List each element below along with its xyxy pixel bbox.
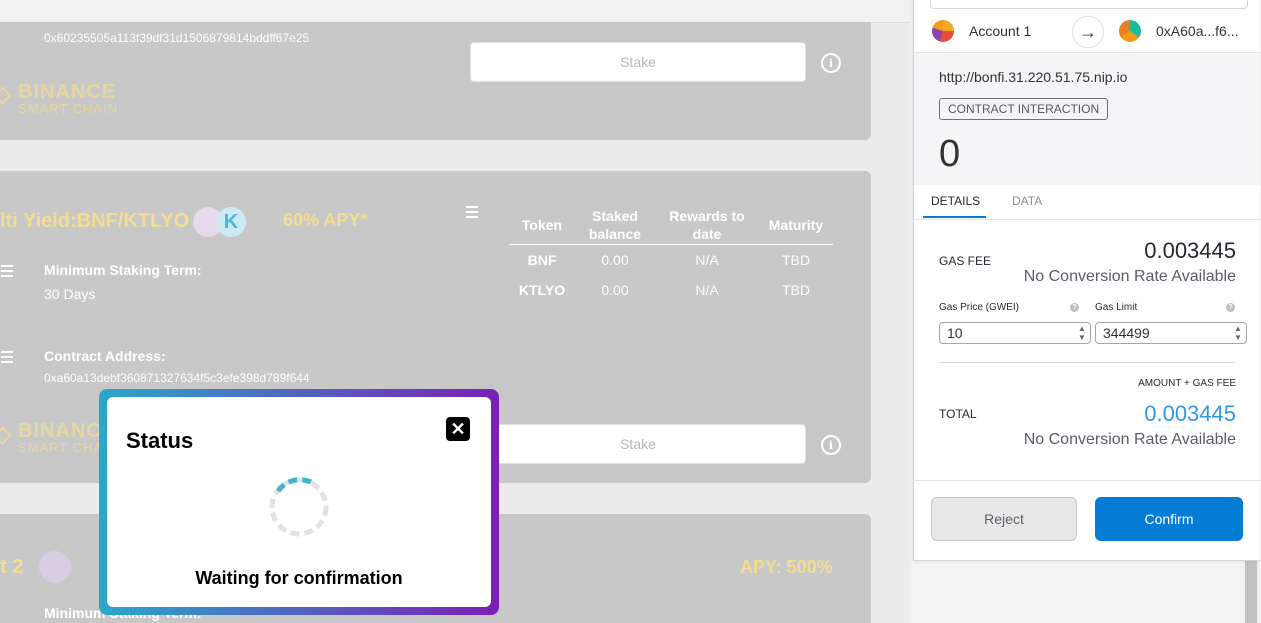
menu-icon[interactable]: [466, 206, 478, 221]
stake-button[interactable]: Stake: [470, 42, 806, 82]
account-avatar: [932, 20, 954, 42]
info-icon[interactable]: i: [821, 435, 841, 455]
pool-card-1: 0x60235505a113f39df31d1506879814bddff67e…: [0, 22, 871, 140]
gas-limit-label: Gas Limit: [1095, 302, 1138, 313]
total-value: 0.003445: [1144, 401, 1236, 426]
token-icon: [39, 551, 71, 583]
wallet-account-header: Account 1 → 0xA60a...f6...: [914, 14, 1260, 53]
total-conversion: No Conversion Rate Available: [1023, 431, 1236, 448]
stepper-icon[interactable]: ▲ ▼: [1233, 324, 1243, 342]
stepper-icon[interactable]: ▲ ▼: [1077, 324, 1087, 342]
contract-icon: [1, 351, 13, 366]
apy-label: APY: 500%: [740, 557, 833, 577]
arrow-right-icon: →: [1072, 16, 1104, 48]
gas-limit-input[interactable]: 344499 ▲ ▼: [1095, 322, 1247, 344]
ktlyo-token-icon: K: [216, 207, 246, 237]
modal-title: Status: [126, 428, 194, 453]
status-message: Waiting for confirmation: [195, 568, 403, 588]
contract-address-value: 0xa60a13debf360871327634f5c3efe398d789f6…: [44, 371, 310, 385]
table-header: Rewards to date: [655, 206, 759, 245]
table-header: Staked balance: [575, 206, 655, 245]
total-label: TOTAL: [939, 407, 977, 421]
wallet-popup: Account 1 → 0xA60a...f6... http://bonfi.…: [913, 0, 1260, 561]
table-header: Token: [509, 206, 575, 245]
wallet-top-edge: [930, 0, 1248, 9]
binance-smart-chain-logo: BINANCE SMART CHAIN: [18, 81, 119, 116]
transaction-summary: http://bonfi.31.220.51.75.nip.io CONTRAC…: [914, 53, 1260, 185]
active-tab-indicator: [923, 216, 986, 218]
term-icon: [1, 265, 13, 280]
gas-price-label: Gas Price (GWEI): [939, 302, 1020, 313]
contract-address-label: Contract Address:: [44, 348, 166, 364]
gas-fee-label: GAS FEE: [939, 254, 992, 268]
confirm-button[interactable]: Confirm: [1095, 497, 1243, 541]
gas-fee-value: 0.003445: [1144, 238, 1236, 263]
table-row: KTLYO 0.00 N/A TBD: [518, 282, 810, 298]
browser-top-bar: [0, 0, 910, 23]
table-row: BNF 0.00 N/A TBD: [527, 252, 810, 268]
tab-data[interactable]: DATA: [1012, 194, 1042, 208]
reject-button[interactable]: Reject: [931, 497, 1077, 541]
gas-price-input[interactable]: 10 ▲ ▼: [939, 322, 1091, 344]
pool-stats-table: Token Staked balance Rewards to date Mat…: [509, 206, 833, 305]
min-term-value: 30 Days: [44, 286, 96, 302]
loading-spinner-icon: [269, 477, 329, 537]
info-icon[interactable]: i: [821, 53, 841, 73]
status-modal: Status ✕ Waiting for confirmation: [99, 389, 499, 615]
close-icon[interactable]: ✕: [446, 417, 470, 441]
divider: [939, 362, 1235, 363]
status-modal-body: Status ✕ Waiting for confirmation: [107, 397, 491, 607]
recipient-address: 0xA60a...f6...: [1156, 23, 1239, 39]
help-icon[interactable]: ?: [1070, 303, 1079, 312]
binance-logo-icon: [0, 86, 12, 105]
wallet-tabs: DETAILS DATA: [914, 185, 1260, 220]
pool-title: lti Yield:BNF/KTLYO: [0, 210, 190, 232]
help-icon[interactable]: ?: [1226, 303, 1235, 312]
account-name: Account 1: [969, 23, 1032, 39]
table-header: Maturity: [759, 206, 833, 245]
apy-label: 60% APY*: [283, 210, 368, 230]
min-term-label: Minimum Staking Term:: [44, 262, 202, 278]
transaction-amount: 0: [939, 133, 961, 175]
pool-title: t 2: [0, 556, 24, 578]
tab-details[interactable]: DETAILS: [931, 194, 980, 208]
gas-fee-conversion: No Conversion Rate Available: [1023, 268, 1236, 285]
wallet-footer: Reject Confirm: [914, 480, 1260, 561]
recipient-avatar: [1119, 20, 1141, 42]
transaction-type-badge: CONTRACT INTERACTION: [939, 98, 1109, 120]
amount-gas-label: AMOUNT + GAS FEE: [1138, 378, 1236, 389]
origin-url: http://bonfi.31.220.51.75.nip.io: [939, 69, 1128, 85]
contract-address-value: 0x60235505a113f39df31d1506879814bddff67e…: [44, 31, 310, 45]
stake-button[interactable]: Stake: [470, 424, 806, 464]
